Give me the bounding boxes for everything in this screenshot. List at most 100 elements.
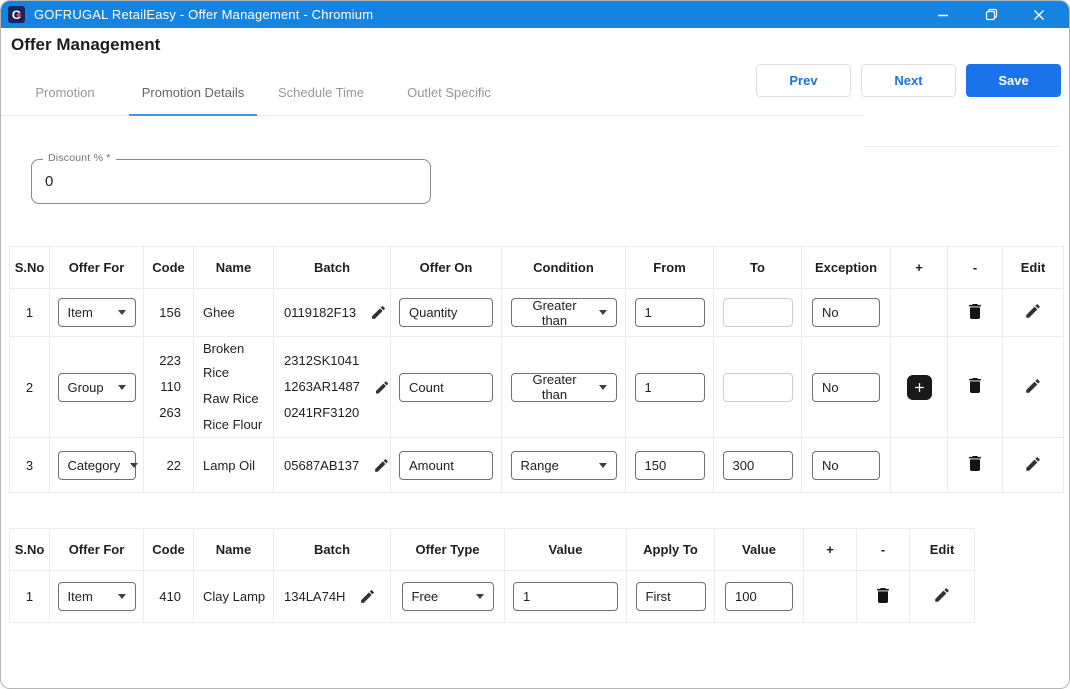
caret-down-icon: [118, 385, 126, 390]
exception-input[interactable]: [812, 373, 880, 402]
next-button[interactable]: Next: [861, 64, 956, 97]
col-offer-for: Offer For: [50, 247, 144, 289]
col-sno: S.No: [10, 247, 50, 289]
col-add: +: [804, 529, 857, 571]
col-sno: S.No: [10, 529, 50, 571]
value-input[interactable]: [513, 582, 618, 611]
sno-cell: 1: [10, 571, 50, 623]
col-code: Code: [144, 247, 194, 289]
name-cell: Ghee: [194, 289, 274, 337]
col-remove: -: [857, 529, 910, 571]
condition-select[interactable]: Range: [511, 451, 617, 480]
col-name: Name: [194, 247, 274, 289]
delete-row-button[interactable]: [965, 301, 985, 322]
edit-batch-icon[interactable]: [373, 457, 390, 474]
code-cell: 156: [144, 289, 194, 337]
pencil-icon: [933, 586, 951, 604]
pencil-icon: [1024, 302, 1042, 320]
col-apply-to: Apply To: [627, 529, 715, 571]
discount-field: Discount % *: [31, 159, 431, 204]
col-offer-on: Offer On: [391, 247, 502, 289]
trash-icon: [965, 375, 985, 396]
condition-select[interactable]: Greater than: [511, 298, 617, 327]
pencil-icon: [1024, 455, 1042, 473]
discount-input[interactable]: [32, 160, 430, 203]
delete-row-button[interactable]: [965, 375, 985, 396]
offer-type-select[interactable]: Free: [402, 582, 494, 611]
from-input[interactable]: [635, 373, 705, 402]
tab-promotion[interactable]: Promotion: [1, 70, 129, 115]
delete-row-button[interactable]: [873, 585, 893, 606]
offer-for-select[interactable]: Item: [58, 582, 136, 611]
caret-down-icon: [130, 463, 138, 468]
save-button[interactable]: Save: [966, 64, 1061, 97]
edit-row-button[interactable]: [1024, 302, 1042, 320]
restore-icon[interactable]: [978, 5, 1004, 25]
apply-to-input[interactable]: [636, 582, 706, 611]
plus-icon: [912, 380, 927, 395]
sno-cell: 2: [10, 337, 50, 438]
offer-on-input[interactable]: [399, 451, 493, 480]
col-edit: Edit: [1003, 247, 1064, 289]
from-input[interactable]: [635, 451, 705, 480]
col-value: Value: [505, 529, 627, 571]
code-cell: 22: [144, 438, 194, 493]
col-offer-for: Offer For: [50, 529, 144, 571]
edit-batch-icon[interactable]: [370, 304, 387, 321]
action-buttons: Prev Next Save: [756, 64, 1061, 97]
col-edit: Edit: [910, 529, 975, 571]
col-batch: Batch: [274, 247, 391, 289]
offer-for-select[interactable]: Category: [58, 451, 136, 480]
name-cell: Broken Rice Raw Rice Rice Flour: [194, 337, 274, 438]
edit-row-button[interactable]: [1024, 455, 1042, 473]
trash-icon: [965, 301, 985, 322]
table-row: 3 Category 22 Lamp Oil 05687AB137 Range: [10, 438, 1064, 493]
gofrugal-logo-icon: G: [8, 6, 25, 23]
edit-batch-icon[interactable]: [374, 379, 390, 396]
benefits-table: S.No Offer For Code Name Batch Offer Typ…: [9, 528, 975, 623]
tab-promotion-details[interactable]: Promotion Details: [129, 70, 257, 115]
conditions-header-row: S.No Offer For Code Name Batch Offer On …: [10, 247, 1064, 289]
to-input[interactable]: [723, 298, 793, 327]
offer-for-select[interactable]: Group: [58, 373, 136, 402]
delete-row-button[interactable]: [965, 453, 985, 474]
col-exception: Exception: [802, 247, 891, 289]
conditions-table: S.No Offer For Code Name Batch Offer On …: [9, 246, 1064, 493]
trash-icon: [965, 453, 985, 474]
to-input[interactable]: [723, 451, 793, 480]
tab-schedule-time[interactable]: Schedule Time: [257, 70, 385, 115]
add-cell: [891, 438, 948, 493]
offer-for-select[interactable]: Item: [58, 298, 136, 327]
col-batch: Batch: [274, 529, 391, 571]
batch-cell: 134LA74H: [274, 588, 390, 605]
edit-row-button[interactable]: [1024, 377, 1042, 395]
table-row: 1 Item 410 Clay Lamp 134LA74H Free: [10, 571, 975, 623]
tab-outlet-specific[interactable]: Outlet Specific: [385, 70, 513, 115]
window-title: GOFRUGAL RetailEasy - Offer Management -…: [34, 7, 373, 22]
caret-down-icon: [599, 310, 607, 315]
name-cell: Lamp Oil: [194, 438, 274, 493]
tab-bar: Promotion Promotion Details Schedule Tim…: [1, 70, 863, 116]
title-bar: G GOFRUGAL RetailEasy - Offer Management…: [1, 1, 1069, 28]
minimize-icon[interactable]: [930, 5, 956, 25]
add-row-button[interactable]: [907, 375, 932, 400]
discount-field-label: Discount % *: [43, 152, 116, 164]
edit-batch-icon[interactable]: [359, 588, 376, 605]
exception-input[interactable]: [812, 298, 880, 327]
prev-button[interactable]: Prev: [756, 64, 851, 97]
table-row: 1 Item 156 Ghee 0119182F13 Greater than: [10, 289, 1064, 337]
offer-on-input[interactable]: [399, 373, 493, 402]
exception-input[interactable]: [812, 451, 880, 480]
apply-value-input[interactable]: [725, 582, 793, 611]
add-cell: [804, 571, 857, 623]
close-icon[interactable]: [1026, 5, 1052, 25]
condition-select[interactable]: Greater than: [511, 373, 617, 402]
edit-row-button[interactable]: [933, 586, 951, 604]
trash-icon: [873, 585, 893, 606]
offer-on-input[interactable]: [399, 298, 493, 327]
sno-cell: 3: [10, 438, 50, 493]
caret-down-icon: [476, 594, 484, 599]
to-input[interactable]: [723, 373, 793, 402]
col-add: +: [891, 247, 948, 289]
from-input[interactable]: [635, 298, 705, 327]
